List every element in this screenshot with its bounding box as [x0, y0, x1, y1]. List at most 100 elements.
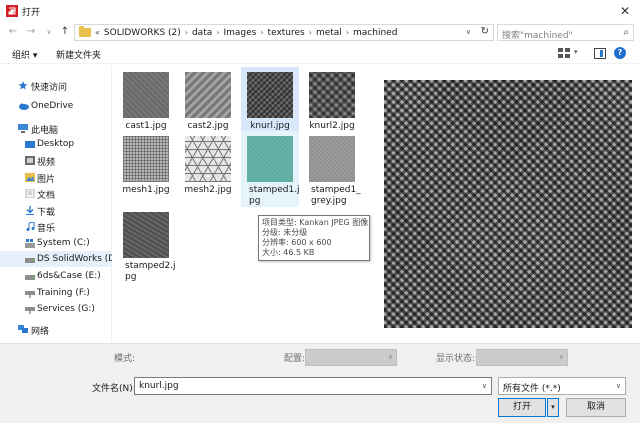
breadcrumb-metal[interactable]: metal [316, 28, 342, 38]
sidebar-item-6ds-case-e[interactable]: 6ds&Case (E:) [0, 268, 112, 284]
search-input[interactable]: 搜索"machined" [502, 28, 573, 41]
filename-label: 文件名(N): [92, 384, 136, 394]
window-title: 打开 [22, 8, 41, 18]
sidebar-item-quick-access[interactable]: 快速访问 [0, 77, 112, 93]
sidebar-item-label: 文档 [37, 191, 56, 201]
close-button[interactable]: ✕ [610, 0, 640, 22]
file-item-stamped1-grey[interactable]: stamped1_ grey.jpg [303, 131, 361, 207]
file-item-mesh2[interactable]: mesh2.jpg [179, 131, 237, 207]
file-name: mesh1.jpg [122, 185, 170, 195]
image-thumbnail [309, 136, 355, 182]
file-name: mesh2.jpg [184, 185, 232, 195]
breadcrumb-images[interactable]: Images [223, 28, 256, 38]
document-icon [25, 189, 35, 198]
file-type-value: 所有文件 (*.*) [503, 384, 561, 394]
sidebar-item-services-g[interactable]: Services (G:) [0, 301, 112, 317]
file-name: stamped1_ grey.jpg [311, 185, 361, 206]
sidebar-item-documents[interactable]: 文档 [0, 185, 112, 201]
breadcrumb-separator-icon[interactable]: › [185, 28, 188, 37]
back-button[interactable]: ← [6, 24, 20, 40]
file-item-stamped1[interactable]: stamped1.j pg [241, 131, 300, 207]
organize-button[interactable]: 组织 ▾ [12, 48, 37, 61]
breadcrumb-solidworks[interactable]: SOLIDWORKS (2) [104, 28, 181, 38]
open-options-button[interactable]: ▾ [547, 398, 559, 417]
music-icon [26, 222, 35, 231]
new-folder-button[interactable]: 新建文件夹 [56, 48, 101, 61]
address-bar[interactable]: « SOLIDWORKS (2) › data › Images › textu… [74, 24, 494, 41]
download-icon [26, 206, 34, 215]
cancel-button[interactable]: 取消 [566, 398, 626, 417]
sidebar-item-network[interactable]: 网络 [0, 321, 112, 337]
video-icon [25, 156, 35, 165]
search-box[interactable]: 搜索"machined" ⌕ [497, 24, 634, 41]
solidworks-app-icon [6, 5, 18, 17]
forward-button[interactable]: → [24, 24, 38, 40]
recent-locations-button[interactable]: ∨ [44, 24, 54, 40]
sidebar-item-label: 6ds&Case (E:) [37, 271, 101, 281]
tooltip-resolution: 分辨率: 600 x 600 [262, 238, 332, 247]
image-thumbnail [123, 72, 169, 118]
sidebar-item-label: Desktop [37, 139, 75, 149]
chevron-down-icon[interactable]: ∨ [482, 382, 487, 390]
mode-label: 模式: [114, 354, 136, 364]
file-name: stamped1.j pg [249, 185, 300, 206]
address-dropdown-icon[interactable]: ∨ [466, 28, 471, 36]
sidebar-item-videos[interactable]: 视频 [0, 152, 112, 168]
refresh-icon[interactable]: ↻ [481, 26, 489, 37]
image-thumbnail [309, 72, 355, 118]
network-drive-icon [25, 291, 35, 298]
sidebar-item-label: DS SolidWorks (D: [37, 254, 112, 264]
breadcrumb-textures[interactable]: textures [268, 28, 305, 38]
sidebar-item-system-c[interactable]: System (C:) [0, 235, 112, 251]
sidebar-item-this-pc[interactable]: 此电脑 [0, 120, 112, 136]
filename-field[interactable]: knurl.jpg ∨ [134, 377, 492, 395]
file-list: cast1.jpg cast2.jpg knurl.jpg knurl2.jpg… [113, 65, 375, 343]
configuration-select: ∨ [305, 349, 397, 366]
desktop-icon [25, 141, 35, 148]
sidebar-item-label: 快速访问 [31, 83, 68, 93]
toolbar: 组织 ▾ 新建文件夹 ▾ ? [0, 44, 640, 64]
sidebar-item-ds-solidworks-d[interactable]: DS SolidWorks (D: [0, 251, 112, 267]
preview-pane-icon[interactable] [594, 48, 606, 59]
sidebar-item-label: 视频 [37, 158, 56, 168]
open-button[interactable]: 打开 [498, 398, 546, 417]
file-item-mesh1[interactable]: mesh1.jpg [117, 131, 175, 207]
search-icon[interactable]: ⌕ [623, 27, 629, 38]
chevron-down-icon[interactable]: ∨ [616, 382, 621, 390]
sidebar-item-label: OneDrive [31, 101, 74, 111]
file-item-stamped2[interactable]: stamped2.j pg [117, 207, 176, 283]
image-thumbnail [185, 72, 231, 118]
view-options-icon[interactable] [558, 48, 570, 58]
image-thumbnail [123, 136, 169, 182]
drive-icon [25, 275, 35, 280]
help-icon[interactable]: ? [614, 47, 626, 59]
breadcrumb-separator-icon[interactable]: › [346, 28, 349, 37]
tooltip-rating: 分级: 未分级 [262, 228, 308, 237]
sidebar-item-onedrive[interactable]: OneDrive [0, 98, 112, 114]
sidebar-item-training-f[interactable]: Training (F:) [0, 285, 112, 301]
star-icon [18, 81, 28, 90]
view-dropdown-icon[interactable]: ▾ [574, 48, 578, 56]
file-name: stamped2.j pg [125, 261, 176, 282]
breadcrumb-separator-icon[interactable]: › [260, 28, 263, 37]
sidebar-item-label: 图片 [37, 175, 56, 185]
filename-value[interactable]: knurl.jpg [139, 381, 179, 391]
sidebar-item-pictures[interactable]: 图片 [0, 169, 112, 185]
sidebar-item-downloads[interactable]: 下载 [0, 202, 112, 218]
display-state-select: ∨ [476, 349, 568, 366]
picture-icon [25, 173, 35, 182]
sidebar-item-label: 网络 [31, 327, 50, 337]
overflow-chevron-icon[interactable]: « [95, 28, 100, 37]
breadcrumb-separator-icon[interactable]: › [216, 28, 219, 37]
sidebar-item-desktop[interactable]: Desktop [0, 136, 112, 152]
breadcrumb-data[interactable]: data [192, 28, 212, 38]
breadcrumb-separator-icon[interactable]: › [309, 28, 312, 37]
file-type-select[interactable]: 所有文件 (*.*) ∨ [498, 377, 626, 395]
image-thumbnail [247, 136, 293, 182]
breadcrumb-machined[interactable]: machined [353, 28, 397, 38]
chevron-down-icon: ∨ [387, 353, 393, 361]
up-button[interactable]: ↑ [58, 24, 72, 40]
image-thumbnail [247, 72, 293, 118]
dialog-footer: 模式: 配置: ∨ 显示状态: ∨ 文件名(N): knurl.jpg ∨ 所有… [0, 343, 640, 423]
sidebar-item-music[interactable]: 音乐 [0, 218, 112, 234]
